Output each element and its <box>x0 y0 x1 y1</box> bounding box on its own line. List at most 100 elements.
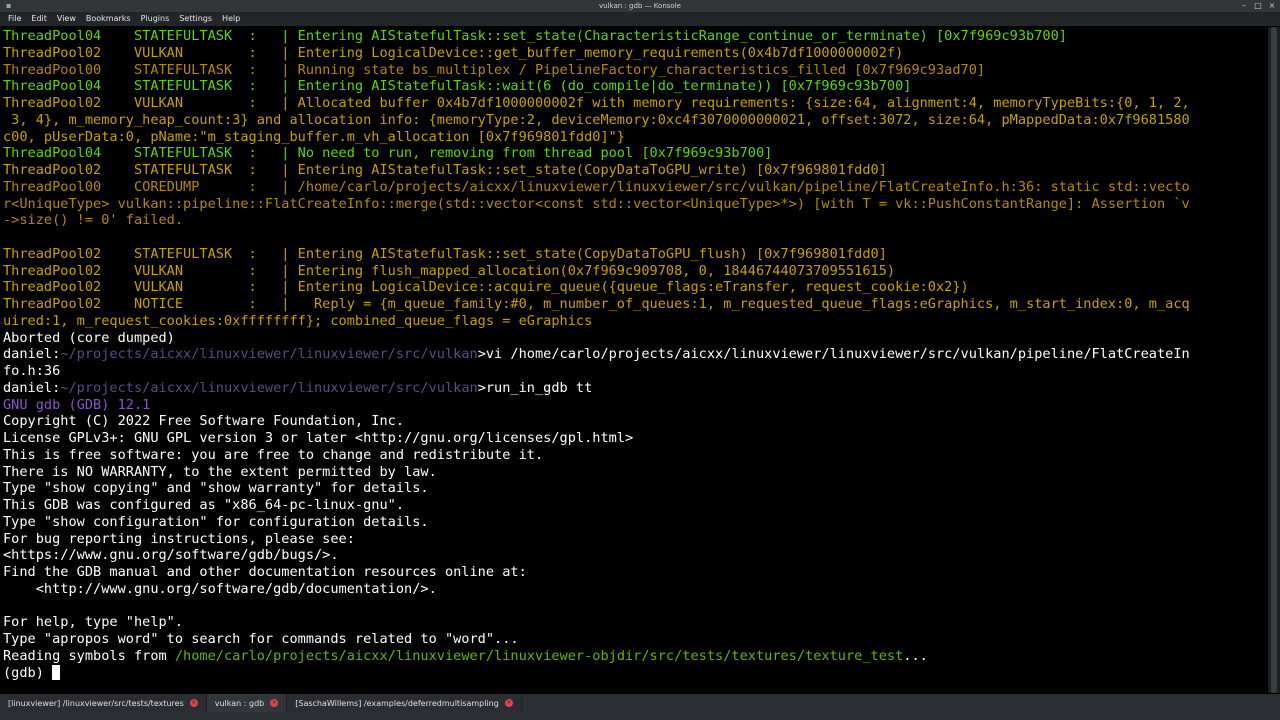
terminal-line: For help, type "help". <box>3 614 183 631</box>
terminal-text: ThreadPool02 VULKAN : | Entering Logical… <box>3 44 904 61</box>
terminal-line: ThreadPool00 STATEFULTASK : | Running st… <box>3 62 985 79</box>
menu-settings[interactable]: Settings <box>174 12 217 26</box>
terminal-line: Aborted (core dumped) <box>3 330 175 347</box>
terminal-line: 3, 4}, m_memory_heap_count:3} and alloca… <box>3 112 1190 129</box>
terminal-text: ThreadPool00 COREDUMP : | /home/carlo/pr… <box>3 178 1190 195</box>
tab-label: vulkan : gdb <box>214 698 265 708</box>
terminal-text: ThreadPool02 VULKAN : | Entering flush_m… <box>3 262 896 279</box>
terminal-line: ThreadPool04 STATEFULTASK : | No need to… <box>3 145 772 162</box>
terminal-line: This is free software: you are free to c… <box>3 447 543 464</box>
terminal-line: License GPLv3+: GNU GPL version 3 or lat… <box>3 430 633 447</box>
scrollbar-thumb[interactable] <box>1271 27 1277 693</box>
terminal-text: r<UniqueType> vulkan::pipeline::FlatCrea… <box>3 195 1190 212</box>
terminal-text: License GPLv3+: GNU GPL version 3 or lat… <box>3 430 634 446</box>
terminal-text: There is NO WARRANTY, to the extent perm… <box>3 463 437 480</box>
close-icon[interactable]: × <box>1268 1 1276 11</box>
terminal-text: >run_in_gdb tt <box>477 379 593 396</box>
tab-close-icon[interactable]: × <box>270 699 279 707</box>
menu-view[interactable]: View <box>52 12 81 26</box>
terminal-text: ThreadPool02 VULKAN : | Allocated buffer… <box>3 95 1190 111</box>
terminal-text: uired:1, m_request_cookies:0xffffffff}; … <box>3 312 593 329</box>
terminal-text: ThreadPool04 STATEFULTASK : | Entering A… <box>3 28 1067 44</box>
terminal-text: daniel: <box>3 346 61 363</box>
terminal-output[interactable]: ThreadPool04 STATEFULTASK : | Entering A… <box>0 27 1268 693</box>
terminal-line: c00, pUserData:0, pName:"m_staging_buffe… <box>3 129 625 146</box>
menu-plugins[interactable]: Plugins <box>136 12 175 26</box>
terminal-text: ~/projects/aicxx/linuxviewer/linuxviewer… <box>60 379 478 396</box>
terminal-line: ThreadPool02 VULKAN : | Entering flush_m… <box>3 263 895 280</box>
menu-bar: File Edit View Bookmarks Plugins Setting… <box>0 12 1280 26</box>
window-controls: – □ × <box>1240 0 1276 12</box>
terminal-scrollbar[interactable] <box>1268 27 1280 693</box>
terminal-line: For bug reporting instructions, please s… <box>3 531 355 548</box>
terminal-line: Find the GDB manual and other documentat… <box>3 564 527 581</box>
menu-help[interactable]: Help <box>217 12 245 26</box>
terminal-text: c00, pUserData:0, pName:"m_staging_buffe… <box>3 128 625 145</box>
tab-bar: [linuxviewer] /linuxviewer/src/tests/tex… <box>0 694 1280 720</box>
terminal-text: ThreadPool02 NOTICE : | Reply = {m_queue… <box>3 296 1190 312</box>
tab-vulkan-gdb[interactable]: vulkan : gdb × <box>206 694 288 712</box>
terminal-text: <http://www.gnu.org/software/gdb/documen… <box>3 580 437 597</box>
menu-bookmarks[interactable]: Bookmarks <box>81 12 136 26</box>
minimize-icon[interactable]: – <box>1240 1 1248 11</box>
terminal-text: ThreadPool00 STATEFULTASK : | Running st… <box>3 61 986 78</box>
terminal-text: 3, 4}, m_memory_heap_count:3} and alloca… <box>3 111 1190 128</box>
terminal-text: Copyright (C) 2022 Free Software Foundat… <box>3 413 405 430</box>
terminal-text: >vi /home/carlo/projects/aicxx/linuxview… <box>477 346 1190 363</box>
terminal-line: r<UniqueType> vulkan::pipeline::FlatCrea… <box>3 196 1190 213</box>
terminal-text: Type "apropos word" to search for comman… <box>3 631 519 647</box>
terminal-line: <http://www.gnu.org/software/gdb/documen… <box>3 581 437 598</box>
terminal-text: ThreadPool02 VULKAN : | Entering Logical… <box>3 279 969 296</box>
terminal-text: For bug reporting instructions, please s… <box>3 530 355 547</box>
window-titlebar: ▪ vulkan : gdb — Konsole – □ × <box>0 0 1280 12</box>
terminal-line: Reading symbols from /home/carlo/project… <box>3 648 928 665</box>
terminal-text: Reading symbols from <box>3 647 175 664</box>
menu-edit[interactable]: Edit <box>26 12 52 26</box>
terminal-text: /home/carlo/projects/aicxx/linuxviewer/l… <box>174 647 904 664</box>
terminal-text: For help, type "help". <box>3 614 184 631</box>
terminal-line: ThreadPool02 VULKAN : | Entering Logical… <box>3 279 969 296</box>
terminal-text: Find the GDB manual and other documentat… <box>3 564 527 580</box>
terminal-text: ThreadPool04 STATEFULTASK : | No need to… <box>3 145 773 162</box>
terminal-cursor <box>52 664 61 680</box>
terminal-line: ThreadPool02 VULKAN : | Allocated buffer… <box>3 95 1190 112</box>
tab-saschawillems[interactable]: [SaschaWillems] /examples/deferredmultis… <box>287 694 522 712</box>
terminal-line: ThreadPool04 STATEFULTASK : | Entering A… <box>3 28 1067 45</box>
terminal-text: Aborted (core dumped) <box>3 329 175 346</box>
terminal-line: daniel:~/projects/aicxx/linuxviewer/linu… <box>3 380 592 397</box>
terminal-text: ... <box>903 647 928 664</box>
terminal-text: Type "show copying" and "show warranty" … <box>3 480 429 497</box>
terminal-line: Type "show copying" and "show warranty" … <box>3 480 429 497</box>
terminal-text: ->size() != 0' failed. <box>3 212 184 229</box>
tab-label: [linuxviewer] /linuxviewer/src/tests/tex… <box>8 698 184 708</box>
terminal-line: (gdb) <box>3 664 61 682</box>
terminal-line: ThreadPool02 STATEFULTASK : | Entering A… <box>3 246 887 263</box>
terminal-text: ThreadPool02 STATEFULTASK : | Entering A… <box>3 245 887 262</box>
terminal-line: This GDB was configured as "x86_64-pc-li… <box>3 497 404 514</box>
terminal-line: <https://www.gnu.org/software/gdb/bugs/>… <box>3 547 339 564</box>
terminal-text: This GDB was configured as "x86_64-pc-li… <box>3 497 405 513</box>
terminal-line: daniel:~/projects/aicxx/linuxviewer/linu… <box>3 346 1190 363</box>
terminal-text: ~/projects/aicxx/linuxviewer/linuxviewer… <box>60 346 478 363</box>
terminal-text: daniel: <box>3 379 61 396</box>
tab-close-icon[interactable]: × <box>504 699 513 707</box>
terminal-text: This is free software: you are free to c… <box>3 446 544 463</box>
terminal-line: ThreadPool04 STATEFULTASK : | Entering A… <box>3 78 911 95</box>
tab-label: [SaschaWillems] /examples/deferredmultis… <box>295 698 499 708</box>
konsole-app-icon[interactable]: ▪ <box>6 2 14 10</box>
tab-linuxviewer[interactable]: [linuxviewer] /linuxviewer/src/tests/tex… <box>0 694 207 712</box>
terminal-line: Copyright (C) 2022 Free Software Foundat… <box>3 413 404 430</box>
terminal-text: GNU gdb (GDB) 12.1 <box>3 396 151 413</box>
terminal-text: ThreadPool04 STATEFULTASK : | Entering A… <box>3 78 912 95</box>
tab-close-icon[interactable]: × <box>189 699 198 707</box>
terminal-line: fo.h:36 <box>3 363 60 380</box>
terminal-line: Type "apropos word" to search for comman… <box>3 631 519 648</box>
window-title: vulkan : gdb — Konsole <box>599 2 681 10</box>
terminal-text: Type "show configuration" for configurat… <box>3 513 429 530</box>
terminal-line: ThreadPool00 COREDUMP : | /home/carlo/pr… <box>3 179 1190 196</box>
maximize-icon[interactable]: □ <box>1254 1 1262 11</box>
terminal-line: ThreadPool02 VULKAN : | Entering Logical… <box>3 45 903 62</box>
terminal-line: ThreadPool02 NOTICE : | Reply = {m_queue… <box>3 296 1190 313</box>
menu-file[interactable]: File <box>0 12 26 26</box>
terminal-line: There is NO WARRANTY, to the extent perm… <box>3 464 437 481</box>
